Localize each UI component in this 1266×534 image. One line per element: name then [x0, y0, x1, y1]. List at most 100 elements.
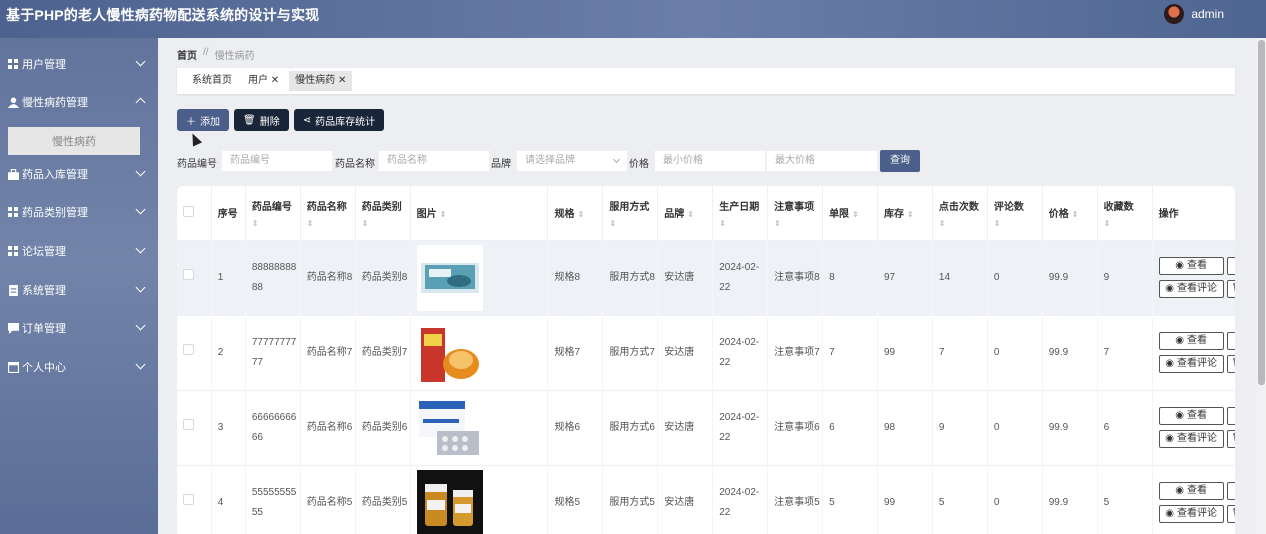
- cell-image: [410, 389, 549, 465]
- drug-image[interactable]: [416, 394, 483, 461]
- sidebar-item-chronic-drug-management[interactable]: 慢性病药管理: [0, 83, 158, 121]
- view-button[interactable]: ◉ 查看: [1158, 257, 1224, 275]
- table-row[interactable]: 3 6666666666 药品名称6 药品类别6 规格6 服用方式6 安达唐 2…: [177, 389, 1235, 465]
- view-comments-button[interactable]: ◉ 查看评论: [1158, 430, 1224, 448]
- drug-image[interactable]: [416, 244, 483, 311]
- scrollbar-thumb[interactable]: [1258, 40, 1265, 385]
- sort-icon[interactable]: ⇕: [687, 210, 694, 219]
- stock-in-button[interactable]: ♡入库: [1226, 482, 1235, 501]
- view-comments-button[interactable]: ◉ 查看评论: [1158, 280, 1224, 298]
- col-favorites[interactable]: 收藏数 ⇕: [1097, 186, 1153, 240]
- sidebar-item-user-management[interactable]: 用户管理: [0, 45, 158, 83]
- price-max-input[interactable]: 最大价格: [766, 150, 878, 172]
- sort-icon[interactable]: ⇕: [440, 210, 447, 219]
- col-image[interactable]: 图片 ⇕: [410, 186, 549, 240]
- col-price[interactable]: 价格 ⇕: [1042, 186, 1098, 240]
- sort-icon[interactable]: ⇕: [994, 219, 1042, 228]
- sort-icon[interactable]: ⇕: [907, 210, 914, 219]
- col-notice[interactable]: 注意事项 ⇕: [767, 186, 824, 240]
- cell-code: 7777777777: [245, 314, 301, 390]
- col-category[interactable]: 药品类别 ⇕: [355, 186, 411, 240]
- avatar[interactable]: [1164, 4, 1185, 24]
- sidebar-item-orders[interactable]: 订单管理: [0, 309, 158, 347]
- view-button[interactable]: ◉ 查看: [1158, 407, 1224, 425]
- sidebar-item-forum[interactable]: 论坛管理: [0, 232, 158, 270]
- username[interactable]: admin: [1191, 7, 1224, 21]
- brand-select[interactable]: 请选择品牌: [516, 150, 628, 172]
- col-stock[interactable]: 库存 ⇕: [877, 186, 933, 240]
- col-clicks[interactable]: 点击次数 ⇕: [932, 186, 988, 240]
- col-comments[interactable]: 评论数 ⇕: [987, 186, 1043, 240]
- price-min-input[interactable]: 最小价格: [654, 150, 766, 172]
- view-button[interactable]: ◉ 查看: [1158, 482, 1224, 501]
- stock-in-button[interactable]: ♡入库: [1226, 407, 1235, 425]
- table-row[interactable]: 2 7777777777 药品名称7 药品类别7 规格7 服用方式7 安达唐 2…: [177, 314, 1235, 390]
- sort-icon[interactable]: ⇕: [774, 219, 822, 228]
- sort-icon[interactable]: ⇕: [1104, 219, 1152, 228]
- row-checkbox[interactable]: [183, 268, 194, 280]
- cell-spec: 规格7: [547, 314, 604, 390]
- col-code[interactable]: 药品编号 ⇕: [245, 186, 301, 240]
- sort-icon[interactable]: ⇕: [362, 219, 410, 228]
- tab-chronic-drug[interactable]: 慢性病药 ✕: [289, 71, 353, 91]
- col-limit[interactable]: 单限 ⇕: [822, 186, 878, 240]
- name-input[interactable]: 药品名称: [378, 150, 490, 172]
- delete-row-button[interactable]: 🗑删除: [1226, 355, 1235, 373]
- sort-icon[interactable]: ⇕: [939, 219, 987, 228]
- delete-row-button[interactable]: 🗑删除: [1226, 280, 1235, 298]
- cell-spec: 规格5: [547, 464, 604, 534]
- sidebar-item-drug-stock-in[interactable]: 药品入库管理: [0, 155, 158, 193]
- delete-row-button[interactable]: 🗑删除: [1226, 430, 1235, 448]
- sort-icon[interactable]: ⇕: [852, 210, 859, 219]
- tab-user[interactable]: 用户 ✕: [242, 71, 285, 91]
- user-menu[interactable]: admin: [1164, 4, 1224, 24]
- sort-icon[interactable]: ⇕: [577, 210, 584, 219]
- add-button[interactable]: ＋添加: [177, 109, 229, 131]
- sort-icon[interactable]: ⇕: [1072, 210, 1079, 219]
- trash-icon: 🗑: [1232, 431, 1235, 447]
- col-spec[interactable]: 规格 ⇕: [547, 186, 604, 240]
- stock-in-button[interactable]: ♡入库: [1226, 257, 1235, 275]
- close-icon[interactable]: ✕: [268, 75, 279, 86]
- tab-system-home[interactable]: 系统首页: [186, 71, 238, 91]
- col-name[interactable]: 药品名称 ⇕: [300, 186, 356, 240]
- table-row[interactable]: 4 5555555555 药品名称5 药品类别5 规格5 服用方式5 安达唐 2…: [177, 464, 1235, 534]
- col-index: 序号: [211, 186, 246, 240]
- main-content: 首页 // 慢性病药 系统首页 用户 ✕ 慢性病药 ✕ ＋添加 🗑 删除 ⋖ 药品库…: [158, 38, 1256, 534]
- share-icon: ⋖: [302, 114, 312, 126]
- drug-image[interactable]: [416, 319, 483, 386]
- stock-in-button[interactable]: ♡入库: [1226, 332, 1235, 350]
- sort-icon[interactable]: ⇕: [719, 219, 767, 228]
- sort-icon[interactable]: ⇕: [609, 219, 657, 228]
- row-checkbox[interactable]: [183, 493, 194, 505]
- cell-comments: 0: [987, 239, 1043, 315]
- drug-image[interactable]: [416, 469, 483, 534]
- delete-row-button[interactable]: 🗑删除: [1226, 505, 1235, 524]
- col-date[interactable]: 生产日期 ⇕: [712, 186, 769, 240]
- sort-icon[interactable]: ⇕: [307, 219, 355, 228]
- row-checkbox[interactable]: [183, 418, 194, 430]
- sidebar-item-personal-center[interactable]: 个人中心: [0, 348, 158, 386]
- breadcrumb-home[interactable]: 首页: [177, 47, 197, 62]
- view-button[interactable]: ◉ 查看: [1158, 332, 1224, 350]
- cell-name: 药品名称8: [300, 239, 356, 315]
- close-icon[interactable]: ✕: [335, 75, 346, 86]
- sidebar-item-system[interactable]: 系统管理: [0, 271, 158, 309]
- sidebar-item-label: 论坛管理: [22, 246, 66, 258]
- delete-button[interactable]: 🗑 删除: [234, 109, 289, 131]
- col-brand[interactable]: 品牌 ⇕: [657, 186, 714, 240]
- select-all-checkbox[interactable]: [183, 205, 194, 217]
- search-button[interactable]: 查询: [880, 150, 920, 172]
- sort-icon[interactable]: ⇕: [252, 219, 300, 228]
- code-input[interactable]: 药品编号: [221, 150, 333, 172]
- sidebar-item-drug-category[interactable]: 药品类别管理: [0, 193, 158, 231]
- vertical-scrollbar[interactable]: [1256, 38, 1266, 534]
- view-comments-button[interactable]: ◉ 查看评论: [1158, 505, 1224, 524]
- col-usage[interactable]: 服用方式 ⇕: [602, 186, 659, 240]
- row-checkbox[interactable]: [183, 343, 194, 355]
- table-row[interactable]: 1 8888888888 药品名称8 药品类别8 规格8 服用方式8 安达唐 2…: [177, 239, 1235, 315]
- view-comments-button[interactable]: ◉ 查看评论: [1158, 355, 1224, 373]
- cell-code: 8888888888: [245, 239, 301, 315]
- sidebar-subitem-chronic-drug[interactable]: 慢性病药: [8, 127, 140, 155]
- stock-stats-button[interactable]: ⋖ 药品库存统计: [293, 109, 385, 131]
